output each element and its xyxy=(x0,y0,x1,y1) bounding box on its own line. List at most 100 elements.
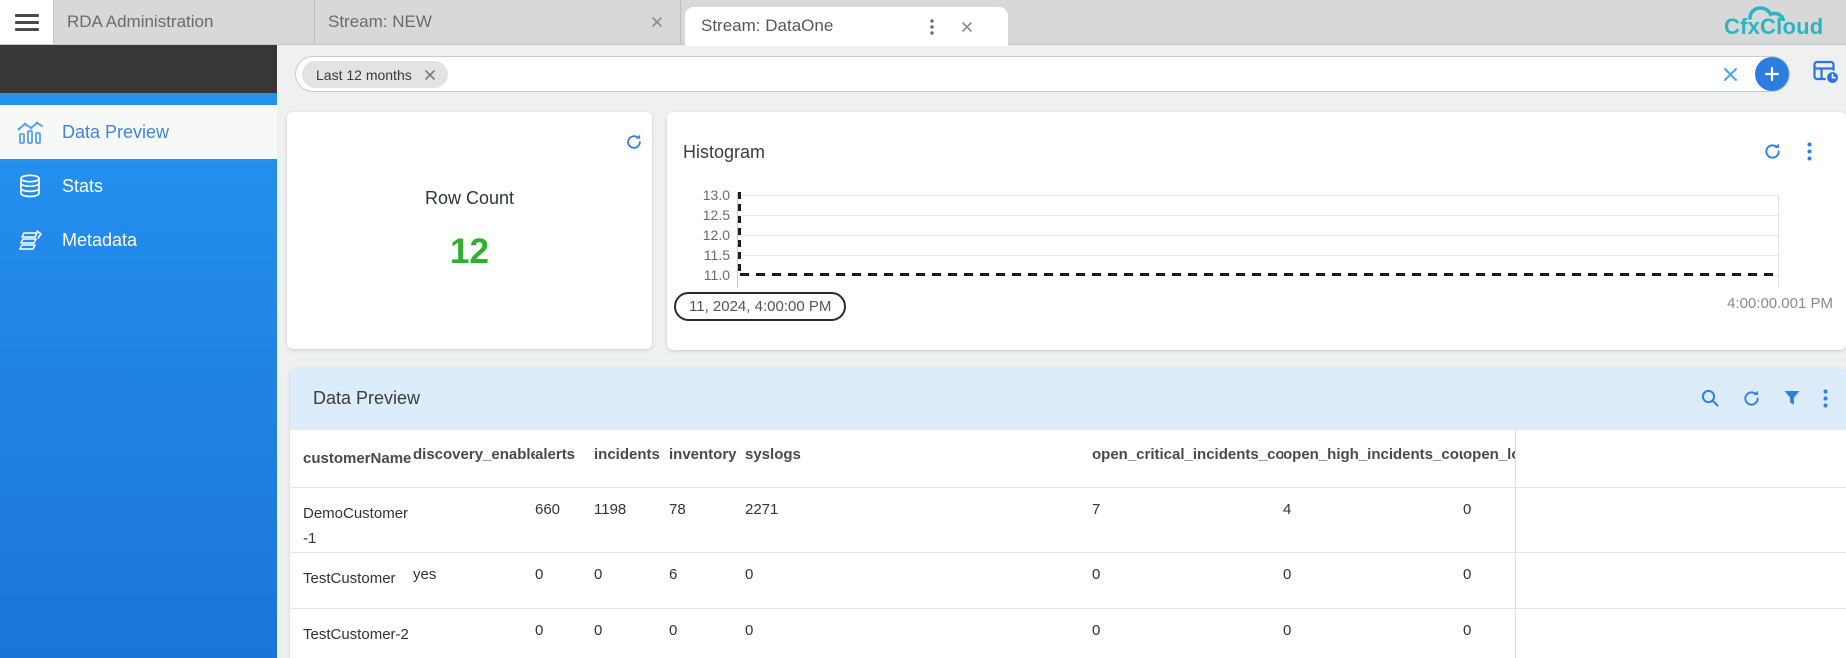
filter-bar[interactable]: Last 12 months xyxy=(295,56,1790,92)
cell: 0 xyxy=(1092,552,1283,608)
column-header[interactable]: open_low_ xyxy=(1463,430,1515,487)
x-tick-label-left[interactable]: 11, 2024, 4:00:00 PM xyxy=(674,292,846,321)
cell xyxy=(413,608,535,658)
column-header[interactable]: incidents xyxy=(594,430,669,487)
table-row[interactable]: DemoCustomer-1 660 1198 78 2271 7 4 0 xyxy=(290,487,1846,552)
database-icon xyxy=(17,174,44,199)
hamburger-icon xyxy=(15,10,39,35)
y-tick-label: 11.0 xyxy=(667,265,730,285)
tab-rda-administration[interactable]: RDA Administration xyxy=(54,0,315,44)
cell: 1198 xyxy=(594,487,669,552)
cfxcloud-logo: CfxCloud xyxy=(1724,2,1832,44)
cell: 0 xyxy=(1463,487,1515,552)
refresh-icon[interactable] xyxy=(1763,142,1782,161)
close-icon[interactable] xyxy=(424,69,436,81)
cell: 0 xyxy=(1283,552,1463,608)
cell: 0 xyxy=(669,608,745,658)
tab-stream-dataone[interactable]: Stream: DataOne xyxy=(685,7,1008,46)
data-preview-panel: Data Preview xyxy=(290,368,1846,658)
y-tick-label: 12.0 xyxy=(667,225,730,245)
filter-chip-label: Last 12 months xyxy=(316,67,412,83)
logo-text: CfxCloud xyxy=(1724,14,1823,40)
histogram-card: Histogram 13.0 12.5 12.0 11.5 11.0 11, 2… xyxy=(667,112,1846,350)
tab-stream-new[interactable]: Stream: NEW xyxy=(315,0,681,44)
table-row[interactable]: TestCustomer yes 0 0 6 0 0 0 0 xyxy=(290,552,1846,608)
cell: 0 xyxy=(745,608,1092,658)
bar-chart-icon xyxy=(17,120,44,145)
cell: 2271 xyxy=(745,487,1092,552)
table-row[interactable]: TestCustomer-2 0 0 0 0 0 0 0 xyxy=(290,608,1846,658)
y-tick-label: 12.5 xyxy=(667,205,730,225)
cell-empty xyxy=(1515,487,1846,552)
column-header[interactable]: syslogs xyxy=(745,430,1092,487)
cell: yes xyxy=(413,552,535,608)
table-history-icon[interactable] xyxy=(1812,58,1840,86)
tab-label: RDA Administration xyxy=(67,12,213,31)
cell: 4 xyxy=(1283,487,1463,552)
panel-title: Data Preview xyxy=(313,388,420,409)
sidebar-item-label: Data Preview xyxy=(62,122,169,143)
filter-chip-last-12-months[interactable]: Last 12 months xyxy=(302,61,448,88)
cell: 0 xyxy=(1092,608,1283,658)
series-dashed-baseline xyxy=(740,273,1778,276)
column-header[interactable]: discovery_enabled xyxy=(413,430,535,487)
refresh-icon[interactable] xyxy=(1742,389,1761,408)
hamburger-menu-button[interactable] xyxy=(0,0,54,44)
sidebar-item-label: Stats xyxy=(62,176,103,197)
sidebar-item-metadata[interactable]: Metadata xyxy=(0,213,277,267)
cell: 0 xyxy=(745,552,1092,608)
column-header[interactable]: open_high_incidents_count xyxy=(1283,430,1463,487)
gridline xyxy=(737,255,1778,256)
cell: 660 xyxy=(535,487,594,552)
search-icon[interactable] xyxy=(1700,388,1720,408)
filter-icon[interactable] xyxy=(1783,389,1801,407)
cell: 0 xyxy=(535,608,594,658)
cell: 0 xyxy=(1283,608,1463,658)
sidebar: Data Preview Stats xyxy=(0,45,277,658)
cell-empty xyxy=(1515,552,1846,608)
clear-filters-icon[interactable] xyxy=(1722,66,1739,83)
kebab-menu-icon[interactable] xyxy=(930,19,934,35)
sidebar-header-band xyxy=(0,45,277,93)
sidebar-item-stats[interactable]: Stats xyxy=(0,159,277,213)
plot-right-border xyxy=(1778,195,1779,288)
column-header-empty xyxy=(1515,430,1846,487)
row-count-title: Row Count xyxy=(287,188,652,209)
cell: 78 xyxy=(669,487,745,552)
app-root: RDA Administration Stream: NEW Stream: D… xyxy=(0,0,1846,658)
plus-icon xyxy=(1764,66,1780,82)
close-icon[interactable] xyxy=(960,20,974,34)
cell: TestCustomer-2 xyxy=(290,608,413,658)
kebab-menu-icon[interactable] xyxy=(1807,142,1812,161)
row-count-card: Row Count 12 xyxy=(287,112,652,349)
cell: 6 xyxy=(669,552,745,608)
close-icon[interactable] xyxy=(650,15,664,29)
x-tick-label-right: 4:00:00.001 PM xyxy=(1727,295,1833,312)
gridline xyxy=(737,235,1778,236)
cell-empty xyxy=(1515,608,1846,658)
column-header[interactable]: open_critical_incidents_count xyxy=(1092,430,1283,487)
add-filter-button[interactable] xyxy=(1755,57,1789,91)
cell: 0 xyxy=(1463,552,1515,608)
column-header[interactable]: alerts xyxy=(535,430,594,487)
histogram-title: Histogram xyxy=(683,142,765,163)
gridline xyxy=(737,195,1778,196)
row-count-value: 12 xyxy=(287,232,652,272)
column-header[interactable]: inventory xyxy=(669,430,745,487)
cell xyxy=(413,487,535,552)
data-preview-panel-header: Data Preview xyxy=(290,368,1846,430)
tab-label: Stream: NEW xyxy=(328,12,432,31)
cell: TestCustomer xyxy=(290,552,413,608)
gridline xyxy=(737,215,1778,216)
data-preview-table: customerName discovery_enabled alerts in… xyxy=(290,430,1846,658)
cell: 0 xyxy=(535,552,594,608)
kebab-menu-icon[interactable] xyxy=(1823,389,1828,408)
sidebar-item-data-preview[interactable]: Data Preview xyxy=(0,105,277,159)
sidebar-item-label: Metadata xyxy=(62,230,137,251)
refresh-icon[interactable] xyxy=(625,133,643,151)
table-header-row: customerName discovery_enabled alerts in… xyxy=(290,430,1846,487)
top-tab-bar: RDA Administration Stream: NEW Stream: D… xyxy=(0,0,1846,45)
layers-pen-icon xyxy=(17,228,44,253)
tab-label: Stream: DataOne xyxy=(701,16,833,35)
column-header[interactable]: customerName xyxy=(290,430,413,487)
